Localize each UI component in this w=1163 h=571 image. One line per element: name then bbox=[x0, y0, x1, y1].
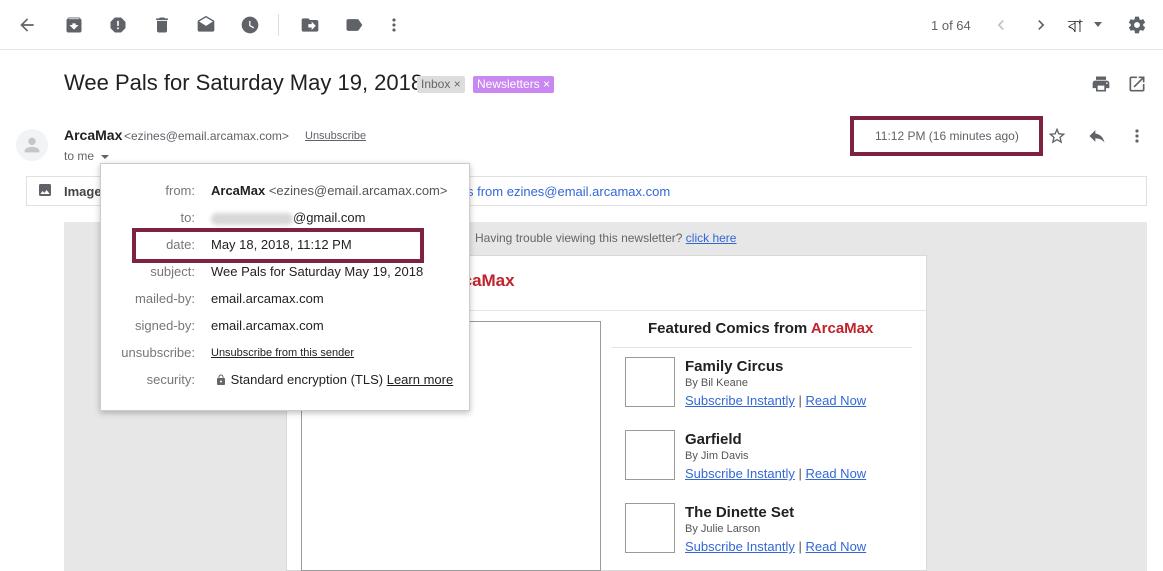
from-value: ArcaMax <ezines@email.arcamax.com> bbox=[211, 183, 447, 198]
comic-title[interactable]: Family Circus bbox=[685, 358, 783, 375]
learn-more-link[interactable]: Learn more bbox=[387, 372, 453, 387]
comic-links: Subscribe Instantly | Read Now bbox=[685, 539, 866, 554]
more-vert-icon[interactable] bbox=[382, 13, 406, 37]
recipient-summary: to me bbox=[64, 149, 95, 163]
to-value: @gmail.com bbox=[211, 210, 365, 225]
image-icon bbox=[37, 182, 53, 198]
email-timestamp: 11:12 PM (16 minutes ago) bbox=[875, 129, 1019, 143]
to-email-suffix: @gmail.com bbox=[293, 210, 366, 225]
unsubscribe-label: unsubscribe: bbox=[121, 345, 195, 360]
input-tools-caret-icon[interactable] bbox=[1094, 22, 1102, 27]
label-icon[interactable] bbox=[342, 13, 366, 37]
date-value: May 18, 2018, 11:12 PM bbox=[211, 237, 352, 252]
unsubscribe-from-sender-link[interactable]: Unsubscribe from this sender bbox=[211, 347, 354, 359]
click-here-link[interactable]: click here bbox=[686, 231, 737, 245]
star-icon[interactable] bbox=[1046, 125, 1068, 147]
show-details-caret-icon[interactable] bbox=[101, 155, 109, 159]
sender-email: <ezines@email.arcamax.com> bbox=[124, 129, 289, 143]
avatar[interactable] bbox=[16, 129, 48, 161]
featured-comics-heading: Featured Comics from ArcaMax bbox=[648, 320, 873, 337]
featured-prefix: Featured Comics from bbox=[648, 320, 811, 337]
print-icon[interactable] bbox=[1090, 73, 1112, 95]
label-chip-inbox[interactable]: Inbox × bbox=[417, 76, 465, 93]
comic-author: By Jim Davis bbox=[685, 450, 749, 462]
mark-unread-icon[interactable] bbox=[194, 13, 218, 37]
back-icon[interactable] bbox=[15, 13, 39, 37]
comic-author: By Bil Keane bbox=[685, 377, 748, 389]
signed-by-label: signed-by: bbox=[135, 318, 195, 333]
snooze-icon[interactable] bbox=[238, 13, 262, 37]
delete-icon[interactable] bbox=[150, 13, 174, 37]
security-label: security: bbox=[146, 372, 195, 387]
signed-by-value: email.arcamax.com bbox=[211, 318, 324, 333]
read-now-link[interactable]: Read Now bbox=[805, 466, 866, 481]
read-now-link[interactable]: Read Now bbox=[805, 393, 866, 408]
featured-divider bbox=[612, 347, 912, 348]
subscribe-instantly-link[interactable]: Subscribe Instantly bbox=[685, 539, 795, 554]
trouble-text: Having trouble viewing this newsletter? bbox=[475, 231, 683, 245]
from-name: ArcaMax bbox=[211, 183, 266, 198]
subject-value: Wee Pals for Saturday May 19, 2018 bbox=[211, 264, 424, 279]
from-label: from: bbox=[165, 183, 195, 198]
comic-thumbnail[interactable] bbox=[625, 357, 675, 407]
date-label: date: bbox=[166, 237, 195, 252]
comic-thumbnail[interactable] bbox=[625, 503, 675, 553]
link-separator: | bbox=[798, 466, 802, 481]
lock-icon bbox=[215, 374, 227, 386]
subscribe-instantly-link[interactable]: Subscribe Instantly bbox=[685, 393, 795, 408]
redacted-username bbox=[211, 212, 293, 225]
remove-label-icon[interactable]: × bbox=[454, 77, 461, 91]
comic-links: Subscribe Instantly | Read Now bbox=[685, 393, 866, 408]
images-notice-text: Image bbox=[64, 184, 102, 199]
sender-name[interactable]: ArcaMax bbox=[64, 127, 122, 143]
more-options-icon[interactable] bbox=[1126, 125, 1148, 147]
link-separator: | bbox=[798, 393, 802, 408]
comic-title[interactable]: Garfield bbox=[685, 431, 742, 448]
message-count: 1 of 64 bbox=[931, 18, 971, 33]
archive-icon[interactable] bbox=[62, 13, 86, 37]
security-text: Standard encryption (TLS) bbox=[230, 372, 384, 387]
label-name: Inbox bbox=[421, 77, 451, 91]
toolbar-divider bbox=[278, 14, 279, 36]
link-separator: | bbox=[798, 539, 802, 554]
featured-brand: ArcaMax bbox=[810, 320, 874, 337]
settings-gear-icon[interactable] bbox=[1125, 13, 1149, 37]
input-tools-button[interactable]: বা bbox=[1068, 14, 1082, 42]
trouble-viewing-notice: Having trouble viewing this newsletter? … bbox=[475, 231, 736, 245]
move-to-icon[interactable] bbox=[298, 13, 322, 37]
mailed-by-label: mailed-by: bbox=[135, 291, 195, 306]
comic-thumbnail[interactable] bbox=[625, 430, 675, 480]
report-spam-icon[interactable] bbox=[106, 13, 130, 37]
unsubscribe-link[interactable]: Unsubscribe bbox=[305, 130, 366, 142]
from-email: <ezines@email.arcamax.com> bbox=[268, 183, 448, 198]
label-chip-newsletters[interactable]: Newsletters × bbox=[473, 76, 555, 93]
remove-label-icon[interactable]: × bbox=[543, 77, 550, 91]
read-now-link[interactable]: Read Now bbox=[805, 539, 866, 554]
security-value: Standard encryption (TLS) Learn more bbox=[215, 372, 453, 387]
email-subject: Wee Pals for Saturday May 19, 2018 bbox=[64, 70, 424, 95]
mailed-by-value: email.arcamax.com bbox=[211, 291, 324, 306]
reply-icon[interactable] bbox=[1086, 125, 1108, 147]
older-chevron-icon[interactable] bbox=[1029, 13, 1053, 37]
newer-chevron-icon[interactable] bbox=[989, 13, 1013, 37]
subscribe-instantly-link[interactable]: Subscribe Instantly bbox=[685, 466, 795, 481]
comic-author: By Julie Larson bbox=[685, 523, 761, 535]
comic-links: Subscribe Instantly | Read Now bbox=[685, 466, 866, 481]
always-display-images-link[interactable]: s from ezines@email.arcamax.com bbox=[467, 184, 670, 199]
toolbar: 1 of 64 বা bbox=[0, 0, 1163, 50]
subject-label: subject: bbox=[150, 264, 195, 279]
to-label: to: bbox=[180, 210, 195, 225]
comic-title[interactable]: The Dinette Set bbox=[685, 504, 794, 521]
open-in-new-window-icon[interactable] bbox=[1126, 73, 1148, 95]
label-name: Newsletters bbox=[477, 77, 540, 91]
